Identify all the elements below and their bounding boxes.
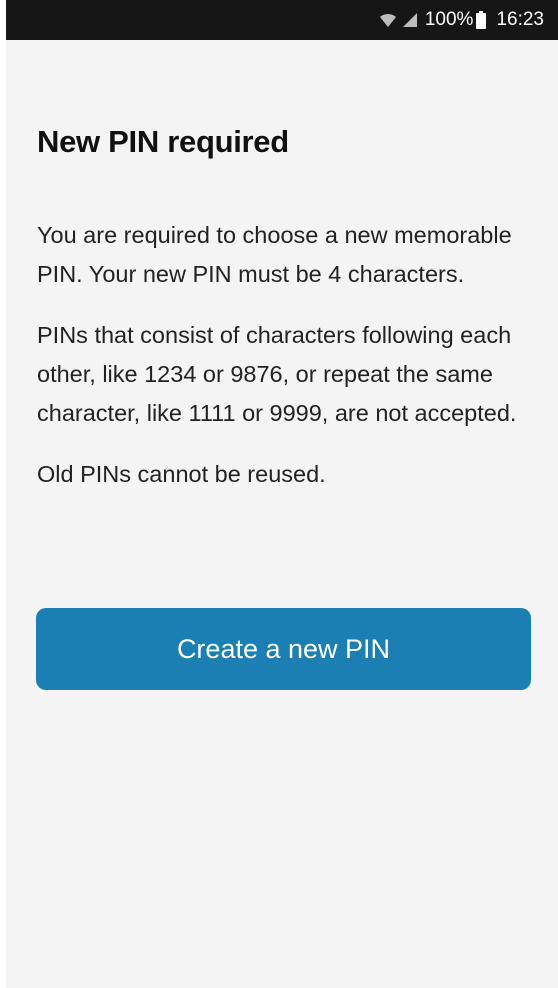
status-bar: 100% 16:23 — [6, 0, 558, 40]
wifi-icon — [379, 12, 397, 28]
signal-icon — [401, 12, 418, 28]
main-content: New PIN required You are required to cho… — [6, 40, 558, 494]
page-title: New PIN required — [37, 124, 289, 159]
pin-pattern-rule: PINs that consist of characters followin… — [37, 322, 517, 426]
clock-time: 16:23 — [496, 9, 544, 30]
pin-length-instruction: You are required to choose a new memorab… — [37, 222, 512, 287]
app-screen: 100% 16:23 New PIN required You are requ… — [6, 0, 558, 988]
battery-icon — [476, 11, 487, 29]
pin-reuse-rule: Old PINs cannot be reused. — [37, 461, 326, 487]
battery-percentage: 100% — [424, 9, 474, 30]
create-new-pin-button[interactable]: Create a new PIN — [36, 608, 531, 690]
